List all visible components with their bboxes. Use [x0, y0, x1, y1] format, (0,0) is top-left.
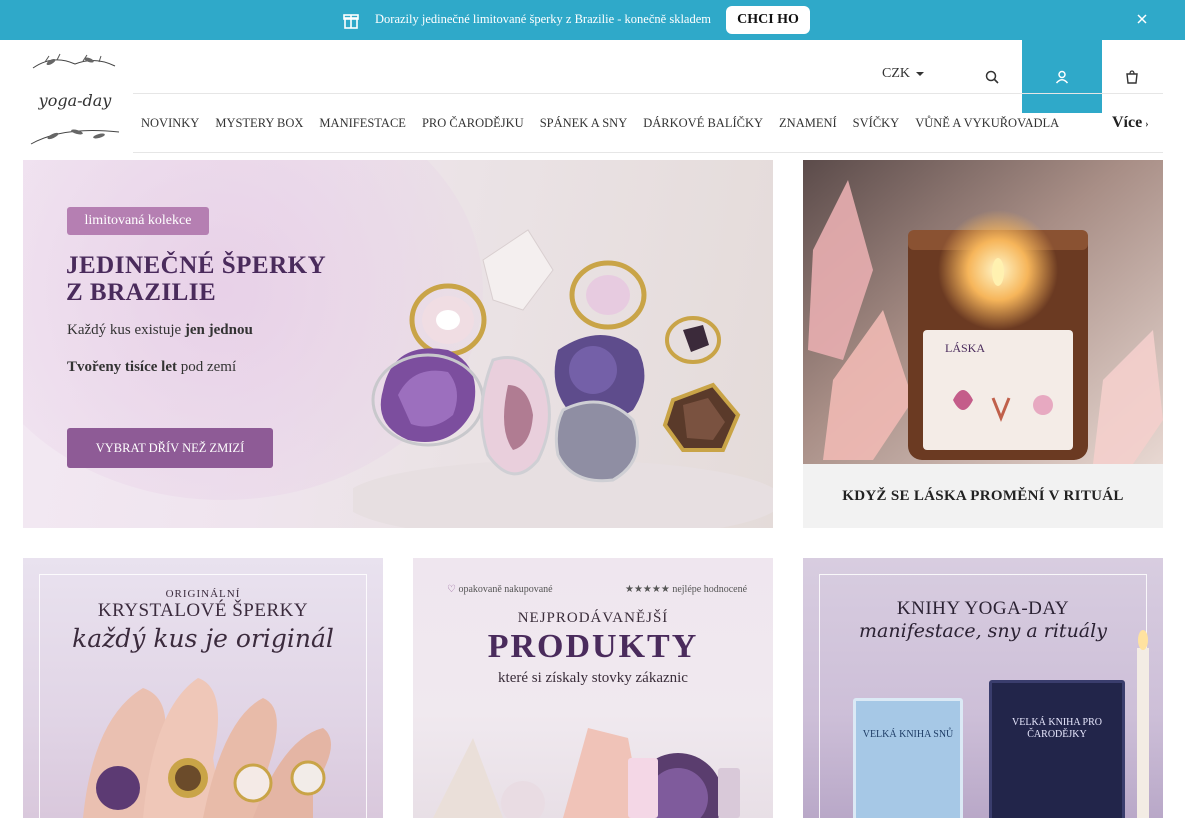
- nav-item-darkove-balicky[interactable]: DÁRKOVÉ BALÍČKY: [635, 116, 771, 131]
- nav-more-label: Více: [1112, 114, 1143, 131]
- hero-tagline-2-emphasis: Tvořeny tisíce let: [67, 359, 177, 375]
- tile-title: KNIHY YOGA-DAY: [896, 598, 1070, 619]
- limited-collection-badge: limitovaná kolekce: [67, 207, 209, 235]
- cart-icon: [1126, 69, 1138, 84]
- hero-tagline-2-text: pod zemí: [176, 359, 237, 375]
- book-title-witches: VELKÁ KNIHA PRO ČARODĚJKY: [1012, 717, 1102, 740]
- currency-label: CZK: [882, 66, 910, 81]
- nav-item-manifestace[interactable]: MANIFESTACE: [311, 116, 414, 131]
- tile-crystal-jewelry[interactable]: ORIGINÁLNÍ KRYSTALOVÉ ŠPERKY každý kus j…: [23, 558, 383, 818]
- hero-cta-button[interactable]: VYBRAT DŘÍV NEŽ ZMIZÍ: [67, 428, 273, 468]
- tile-kicker: NEJPRODÁVANĚJŠÍ: [517, 610, 669, 626]
- candles-image: [1137, 630, 1149, 818]
- tile-kicker: ORIGINÁLNÍ: [165, 588, 241, 600]
- nav-more-button[interactable]: Více ›: [1112, 114, 1149, 132]
- candle-promo-image[interactable]: LÁSKA: [803, 160, 1163, 464]
- tile-books[interactable]: KNIHY YOGA-DAY manifestace, sny a rituál…: [803, 558, 1163, 818]
- nav-item-spanek-a-sny[interactable]: SPÁNEK A SNY: [532, 116, 636, 131]
- tile-title: PRODUKTY: [487, 628, 699, 665]
- nav-item-vune-a-vykurovadla[interactable]: VŮNĚ A VYKUŘOVADLA: [907, 116, 1067, 131]
- candle-illustration: LÁSKA: [803, 160, 1163, 464]
- heart-icon: ♡: [447, 584, 459, 595]
- tile-title: KRYSTALOVÉ ŠPERKY: [97, 600, 309, 621]
- nav-item-svicky[interactable]: SVÍČKY: [845, 116, 908, 131]
- hero-tagline-1-emphasis: jen jednou: [184, 322, 253, 338]
- promo-bar: Dorazily jedinečné limitované šperky z B…: [0, 0, 1185, 40]
- hero-title-line1: JEDINEČNÉ ŠPERKY: [66, 252, 327, 279]
- nav-item-novinky[interactable]: NOVINKY: [133, 116, 207, 131]
- main-navigation: NOVINKY MYSTERY BOX MANIFESTACE PRO ČARO…: [133, 94, 1103, 152]
- currency-selector[interactable]: CZK: [882, 66, 924, 82]
- promo-message: Dorazily jedinečné limitované šperky z B…: [375, 12, 711, 26]
- nav-item-znameni[interactable]: ZNAMENÍ: [771, 116, 845, 131]
- crystal-rings-image: [353, 229, 773, 528]
- hero-tagline-1: Každý kus existuje jen jednou: [67, 322, 253, 339]
- search-icon: [985, 70, 999, 84]
- nav-item-pro-carodejku[interactable]: PRO ČARODĚJKU: [414, 116, 532, 131]
- badge-repeat-purchase: ♡ opakovaně nakupované: [447, 584, 553, 595]
- gift-icon: [343, 14, 359, 29]
- tile-script: každý kus je originál: [72, 624, 334, 653]
- close-icon[interactable]: [1137, 14, 1147, 24]
- candle-label-text: LÁSKA: [945, 341, 985, 355]
- hero-title-line2: Z BRAZILIE: [66, 279, 217, 306]
- chevron-down-icon: [916, 71, 924, 76]
- tile-bestsellers[interactable]: ♡ opakovaně nakupované ★★★★★ nejlépe hod…: [413, 558, 773, 818]
- chevron-right-icon: ›: [1145, 119, 1149, 130]
- tile-script: manifestace, sny a rituály: [859, 620, 1107, 642]
- book-witches: VELKÁ KNIHA PRO ČARODĚJKY: [989, 680, 1125, 818]
- hero-tagline-1-text: Každý kus existuje: [67, 322, 185, 338]
- nav-divider: [133, 152, 1163, 153]
- book-sleep: VELKÁ KNIHA SNŮ: [853, 698, 963, 818]
- hands-with-rings-image: [83, 678, 331, 818]
- hero-banner[interactable]: limitovaná kolekce JEDINEČNÉ ŠPERKY Z BR…: [23, 160, 773, 528]
- nav-item-mystery-box[interactable]: MYSTERY BOX: [207, 116, 311, 131]
- badge-repeat-label: opakovaně nakupované: [458, 584, 553, 595]
- svg-text:yoga-day: yoga-day: [38, 91, 113, 110]
- user-icon: [1055, 70, 1069, 84]
- tile-subtitle: které si získaly stovky zákaznic: [498, 670, 688, 686]
- hero-tagline-2: Tvořeny tisíce let pod zemí: [67, 359, 236, 376]
- hero-title: JEDINEČNÉ ŠPERKY Z BRAZILIE: [66, 252, 326, 306]
- cart-button[interactable]: [1097, 40, 1167, 113]
- products-image: [433, 728, 740, 818]
- candle-promo-caption[interactable]: KDYŽ SE LÁSKA PROMĚNÍ V RITUÁL: [803, 464, 1163, 528]
- book-title-sleep: VELKÁ KNIHA SNŮ: [862, 729, 954, 740]
- promo-cta-button[interactable]: CHCI HO: [726, 6, 810, 34]
- site-header: yoga-day CZK NOVINKY MYSTERY BOX MANIFES…: [0, 40, 1185, 153]
- badge-top-rated: ★★★★★ nejlépe hodnocené: [625, 584, 748, 595]
- logo[interactable]: yoga-day: [23, 52, 127, 154]
